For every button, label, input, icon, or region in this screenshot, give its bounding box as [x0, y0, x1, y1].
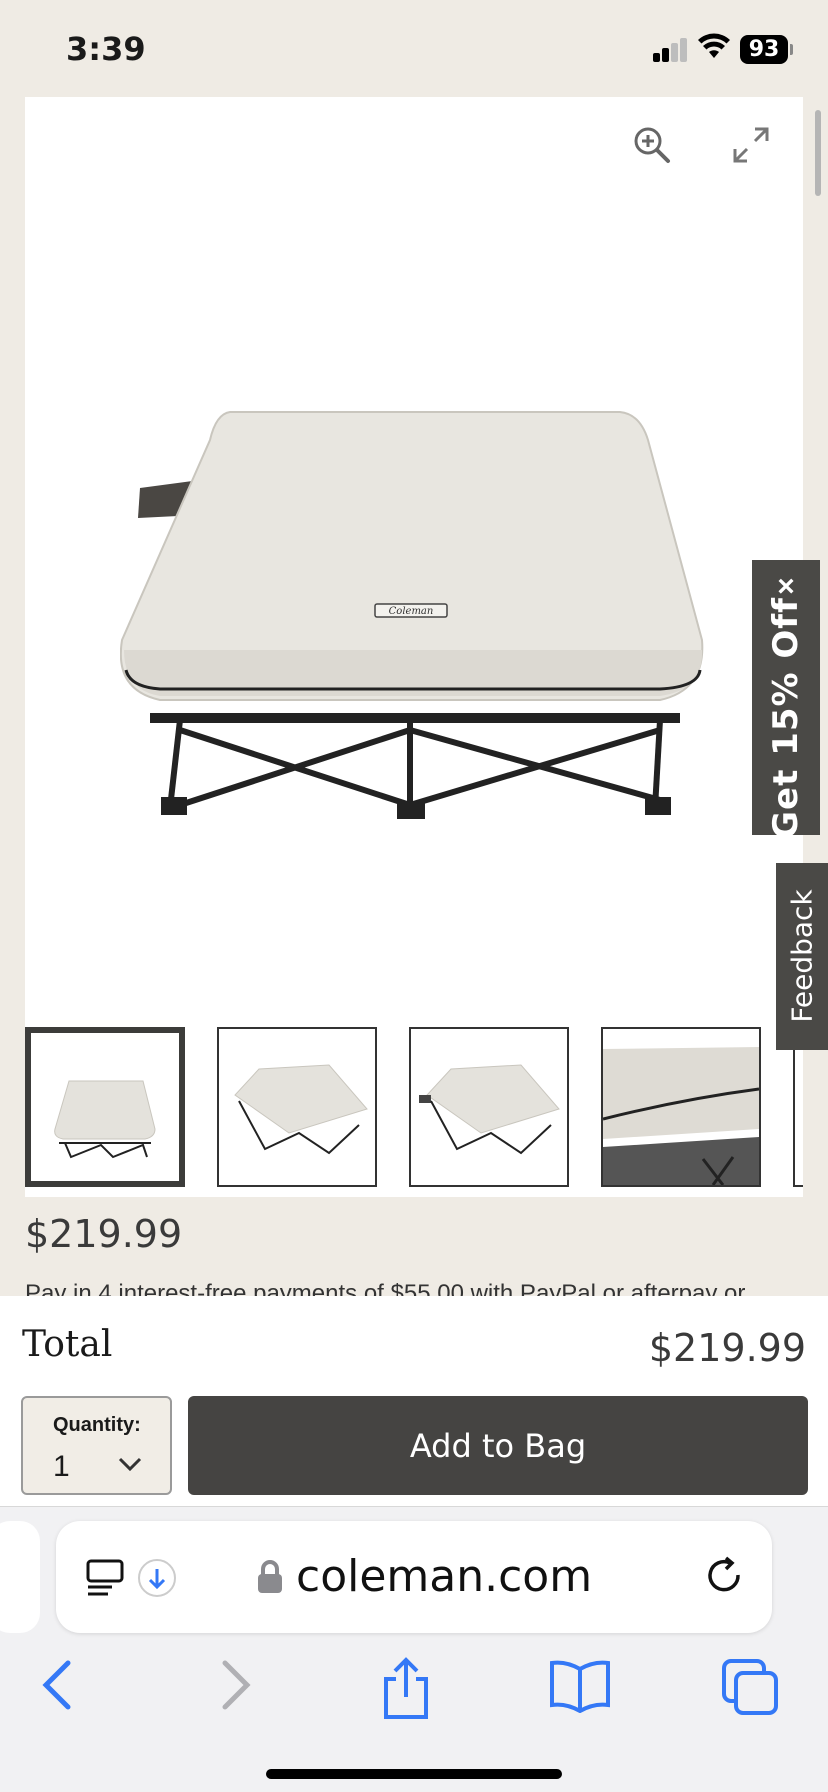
cellular-signal-icon — [653, 38, 689, 62]
total-value: $219.99 — [648, 1326, 806, 1370]
home-indicator — [266, 1769, 562, 1779]
address-bar[interactable]: coleman.com — [56, 1521, 772, 1633]
previous-tab-peek[interactable] — [0, 1521, 40, 1633]
thumbnail-2[interactable] — [217, 1027, 377, 1187]
add-to-bag-button[interactable]: Add to Bag — [188, 1396, 808, 1495]
tabs-icon[interactable] — [720, 1657, 780, 1717]
quantity-select[interactable]: Quantity: 1 — [21, 1396, 172, 1495]
browser-chrome: coleman.com — [0, 1506, 828, 1792]
thumbnail-image — [419, 1064, 560, 1155]
quantity-label: Quantity: — [53, 1414, 141, 1436]
thumbnail-4[interactable] — [601, 1027, 761, 1187]
status-time: 3:39 — [66, 30, 146, 68]
zoom-in-icon[interactable] — [632, 125, 672, 165]
fullscreen-icon[interactable] — [731, 125, 771, 165]
reload-icon[interactable] — [704, 1555, 746, 1597]
download-icon[interactable] — [136, 1557, 178, 1599]
lock-icon — [258, 1560, 282, 1593]
quantity-value: 1 — [53, 1450, 70, 1483]
battery-tip — [790, 44, 793, 55]
thumbnail-3[interactable] — [409, 1027, 569, 1187]
thumbnail-image — [54, 1080, 156, 1159]
product-image-airbed-cot: Coleman — [120, 411, 704, 819]
bookmarks-icon[interactable] — [548, 1657, 612, 1713]
feedback-label: Feedback — [785, 889, 819, 1023]
chevron-down-icon — [118, 1457, 142, 1472]
thumbnail-strip[interactable] — [25, 1027, 803, 1187]
discount-promo-tab[interactable]: × Get 15% Off — [752, 560, 820, 839]
page-format-icon[interactable] — [86, 1559, 126, 1597]
pay-later-text: Pay in 4 interest-free payments of $55.0… — [25, 1282, 746, 1296]
feedback-tab[interactable]: Feedback — [776, 863, 828, 1050]
status-bar: 3:39 93 — [0, 0, 828, 96]
forward-icon[interactable] — [215, 1657, 255, 1713]
brand-mark: Coleman — [389, 606, 434, 617]
product-price: $219.99 — [25, 1212, 183, 1256]
share-icon[interactable] — [378, 1657, 434, 1721]
total-label: Total — [22, 1324, 113, 1365]
thumbnail-1[interactable] — [25, 1027, 185, 1187]
promo-label: Get 15% Off — [766, 597, 806, 839]
thumbnail-image — [234, 1064, 368, 1155]
browser-toolbar — [0, 1657, 828, 1727]
cot-frame — [150, 713, 680, 819]
thumbnail-5-partial[interactable] — [793, 1027, 803, 1187]
url-text: coleman.com — [296, 1551, 593, 1602]
thumbnail-image — [603, 1047, 759, 1185]
back-icon[interactable] — [38, 1657, 78, 1713]
wifi-icon — [698, 33, 730, 58]
page-scrollbar[interactable] — [815, 110, 821, 196]
battery-indicator: 93 — [740, 35, 788, 64]
purchase-bar: Total $219.99 Quantity: 1 Add to Bag — [0, 1296, 828, 1506]
